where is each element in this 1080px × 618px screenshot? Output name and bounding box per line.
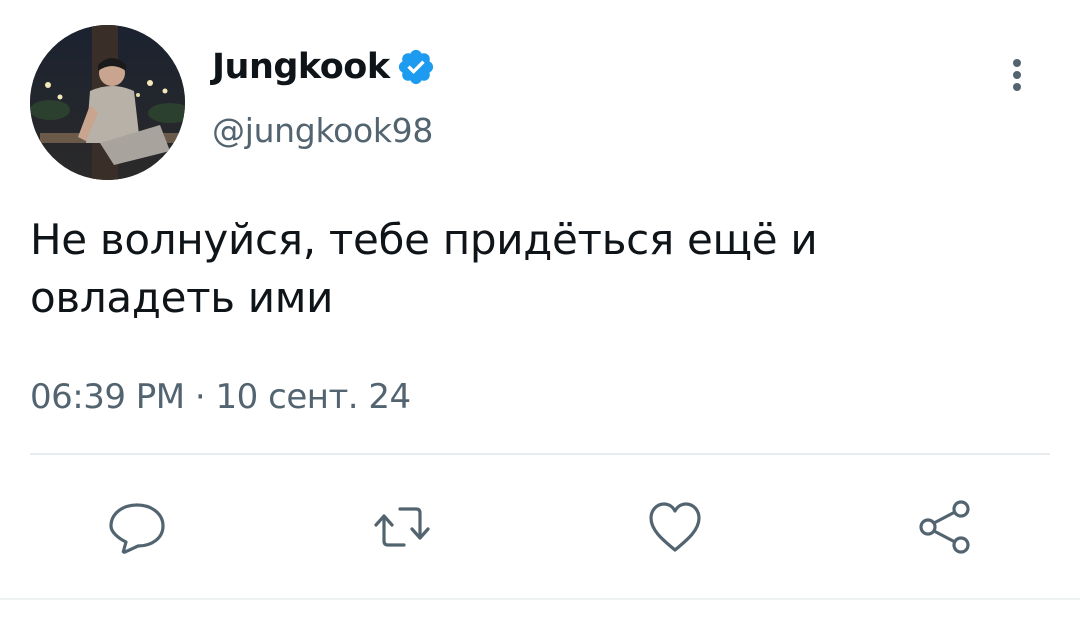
like-button[interactable] <box>643 495 707 559</box>
avatar[interactable] <box>30 25 185 180</box>
verified-badge-icon <box>398 49 433 85</box>
more-vertical-icon[interactable] <box>1003 55 1031 95</box>
divider <box>30 453 1050 455</box>
display-name[interactable]: Jungkook <box>212 44 390 90</box>
heart-icon <box>649 502 701 552</box>
reply-icon <box>109 503 165 554</box>
retweet-icon <box>374 507 430 547</box>
bottom-divider <box>0 598 1080 600</box>
user-handle[interactable]: @jungkook98 <box>212 108 433 154</box>
avatar-photo <box>30 25 185 180</box>
share-button[interactable] <box>912 495 976 559</box>
retweet-button[interactable] <box>370 495 434 559</box>
display-name-row[interactable]: Jungkook <box>212 44 436 90</box>
tweet-text-line-1: Не волнуйся, тебе придёться ещё и <box>30 215 818 264</box>
tweet-timestamp[interactable]: 06:39 PM · 10 сент. 24 <box>30 372 411 422</box>
tweet-text-line-2: овладеть ими <box>30 273 334 322</box>
share-icon <box>919 500 970 554</box>
tweet-text: Не волнуйся, тебе придёться ещё и овладе… <box>30 211 1050 327</box>
reply-button[interactable] <box>105 495 169 559</box>
